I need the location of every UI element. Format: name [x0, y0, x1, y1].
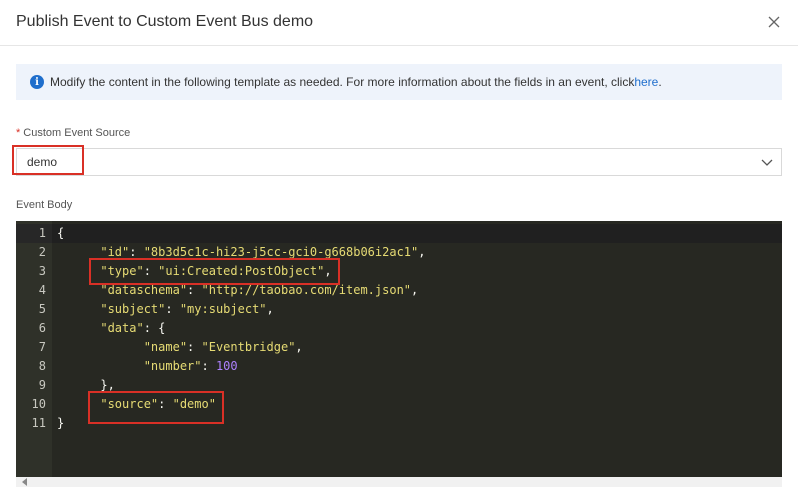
code-token: 100	[215, 359, 238, 373]
code-line: 3 "type": "ui:Created:PostObject",	[16, 262, 782, 281]
notice-suffix: .	[658, 75, 662, 89]
code-text: "dataschema": "http://taobao.com/item.js…	[57, 281, 418, 300]
line-number: 5	[38, 302, 46, 316]
code-text: "number": 100	[57, 357, 238, 376]
code-line: 7 "name": "Eventbridge",	[16, 338, 782, 357]
code-token: "number"	[57, 359, 202, 373]
horizontal-scrollbar[interactable]	[16, 477, 782, 487]
line-number: 11	[31, 416, 46, 430]
line-number: 3	[38, 264, 46, 278]
notice-text: Modify the content in the following temp…	[50, 75, 635, 89]
code-token: "data"	[57, 321, 144, 335]
code-line: 9 },	[16, 376, 782, 395]
event-source-select[interactable]: demo	[16, 148, 782, 176]
code-token: "dataschema"	[57, 283, 188, 297]
code-text: "id": "8b3d5c1c-hi23-j5cc-gci0-g668b06i2…	[57, 243, 425, 262]
dialog-title: Publish Event to Custom Event Bus demo	[16, 13, 314, 30]
code-token: ,	[295, 340, 303, 354]
line-number: 1	[38, 226, 46, 240]
source-field-label: * Custom Event Source	[16, 127, 130, 139]
info-notice: i Modify the content in the following te…	[16, 64, 782, 100]
code-token: :	[187, 340, 202, 354]
line-number: 9	[38, 378, 46, 392]
code-token: :	[158, 397, 173, 411]
code-token: "name"	[57, 340, 188, 354]
code-text: {	[57, 224, 64, 243]
code-token: "subject"	[57, 302, 166, 316]
body-field-label: Event Body	[16, 199, 73, 211]
code-line: 2 "id": "8b3d5c1c-hi23-j5cc-gci0-g668b06…	[16, 243, 782, 262]
code-token: : {	[143, 321, 166, 335]
code-token: :	[201, 359, 216, 373]
notice-link[interactable]: here	[634, 75, 658, 89]
code-token: }	[57, 416, 65, 430]
code-text: "source": "demo"	[57, 395, 216, 414]
code-text: },	[57, 376, 115, 395]
code-line: 11}	[16, 414, 782, 433]
code-line: 6 "data": {	[16, 319, 782, 338]
line-number: 7	[38, 340, 46, 354]
code-text: }	[57, 414, 64, 433]
code-token: },	[57, 378, 115, 392]
event-body-editor[interactable]: 1{2 "id": "8b3d5c1c-hi23-j5cc-gci0-g668b…	[16, 221, 782, 477]
code-token: :	[143, 264, 159, 278]
code-token: "my:subject"	[179, 302, 267, 316]
source-label-text: Custom Event Source	[23, 127, 131, 139]
code-token: ,	[418, 245, 426, 259]
close-icon[interactable]	[764, 12, 784, 32]
code-token: {	[57, 226, 65, 240]
line-number: 2	[38, 245, 46, 259]
code-token: ,	[324, 264, 332, 278]
code-token: "8b3d5c1c-hi23-j5cc-gci0-g668b06i2ac1"	[143, 245, 419, 259]
code-token: "type"	[57, 264, 144, 278]
scroll-left-icon[interactable]	[22, 478, 27, 486]
code-token: "id"	[57, 245, 130, 259]
code-text: "name": "Eventbridge",	[57, 338, 303, 357]
code-token: :	[129, 245, 144, 259]
code-token: "ui:Created:PostObject"	[158, 264, 325, 278]
code-token: :	[165, 302, 180, 316]
code-token: "Eventbridge"	[201, 340, 296, 354]
code-line: 4 "dataschema": "http://taobao.com/item.…	[16, 281, 782, 300]
event-source-value: demo	[27, 155, 58, 169]
code-token: "source"	[57, 397, 159, 411]
code-token: "http://taobao.com/item.json"	[201, 283, 412, 297]
code-text: "data": {	[57, 319, 165, 338]
line-number: 4	[38, 283, 46, 297]
code-line: 10 "source": "demo"	[16, 395, 782, 414]
code-text: "subject": "my:subject",	[57, 300, 274, 319]
dialog-header: Publish Event to Custom Event Bus demo	[0, 0, 798, 46]
code-token: "demo"	[172, 397, 216, 411]
code-text: "type": "ui:Created:PostObject",	[57, 262, 332, 281]
chevron-down-icon	[759, 154, 775, 170]
line-number: 8	[38, 359, 46, 373]
line-number: 10	[31, 397, 46, 411]
code-token: :	[187, 283, 202, 297]
line-number: 6	[38, 321, 46, 335]
info-icon: i	[30, 75, 44, 89]
publish-event-dialog: Publish Event to Custom Event Bus demo i…	[0, 0, 798, 487]
code-line: 5 "subject": "my:subject",	[16, 300, 782, 319]
code-line: 1{	[16, 224, 782, 243]
code-token: ,	[266, 302, 274, 316]
code-line: 8 "number": 100	[16, 357, 782, 376]
code-token: ,	[411, 283, 419, 297]
required-mark: *	[16, 127, 21, 139]
